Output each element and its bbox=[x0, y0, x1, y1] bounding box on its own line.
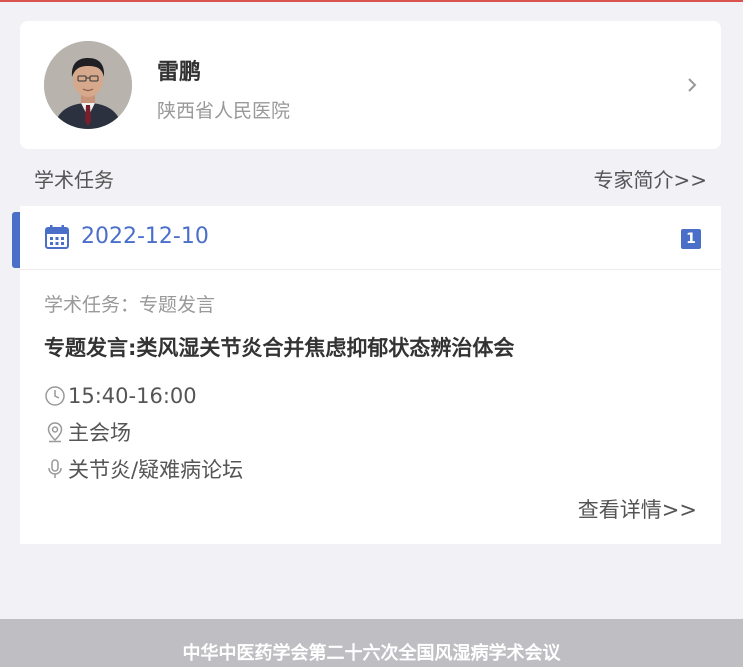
avatar bbox=[44, 41, 132, 129]
date-accent-bar bbox=[12, 212, 20, 268]
expert-hospital: 陕西省人民医院 bbox=[157, 100, 291, 122]
task-venue-row: 主会场 bbox=[44, 418, 131, 446]
view-details-link[interactable]: 查看详情>> bbox=[578, 494, 697, 524]
section-title: 学术任务 bbox=[34, 168, 114, 192]
clock-icon bbox=[45, 386, 65, 406]
expert-name: 雷鹏 bbox=[157, 60, 202, 85]
section-header: 学术任务 专家简介>> bbox=[34, 164, 707, 194]
expert-intro-link[interactable]: 专家简介>> bbox=[593, 164, 707, 193]
task-date: 2022-12-10 bbox=[81, 224, 209, 249]
task-count-badge: 1 bbox=[681, 229, 701, 249]
task-time-row: 15:40-16:00 bbox=[44, 382, 197, 410]
chevron-right-icon[interactable] bbox=[685, 78, 699, 92]
task-forum-row: 关节炎/疑难病论坛 bbox=[44, 455, 243, 483]
location-pin-icon bbox=[47, 422, 63, 443]
microphone-icon bbox=[48, 459, 62, 478]
task-venue: 主会场 bbox=[68, 421, 131, 445]
calendar-icon bbox=[44, 224, 70, 250]
task-card: 2022-12-10 1 学术任务：专题发言 专题发言:类风湿关节炎合并焦虑抑郁… bbox=[12, 206, 721, 544]
date-header: 2022-12-10 1 bbox=[20, 206, 721, 270]
page: 雷鹏 陕西省人民医院 学术任务 专家简介>> 2022-12-10 1 学术任务… bbox=[0, 0, 743, 667]
task-type: 学术任务：专题发言 bbox=[44, 294, 216, 316]
expert-profile-card[interactable]: 雷鹏 陕西省人民医院 bbox=[20, 21, 721, 149]
task-time: 15:40-16:00 bbox=[68, 384, 197, 408]
footer: 中华中医药学会第二十六次全国风湿病学术会议 bbox=[0, 619, 743, 667]
task-forum: 关节炎/疑难病论坛 bbox=[68, 458, 244, 482]
footer-conference-title: 中华中医药学会第二十六次全国风湿病学术会议 bbox=[182, 643, 561, 664]
top-accent-line bbox=[0, 0, 743, 2]
task-title: 专题发言:类风湿关节炎合并焦虑抑郁状态辨治体会 bbox=[44, 336, 515, 360]
